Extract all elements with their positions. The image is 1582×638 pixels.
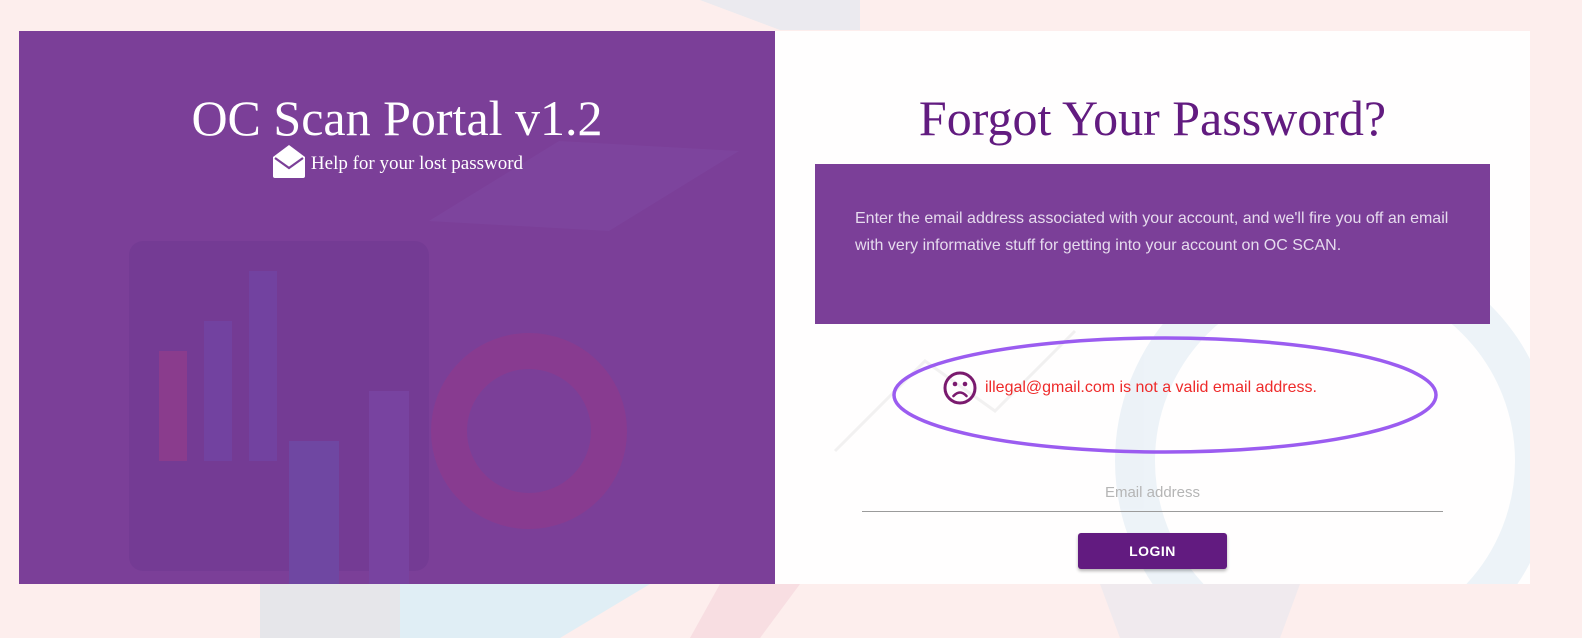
help-link[interactable]: Help for your lost password <box>311 153 523 175</box>
email-field-wrapper <box>862 471 1443 512</box>
email-input[interactable] <box>862 473 1443 511</box>
envelope-open-icon <box>271 143 307 179</box>
left-panel: OC Scan Portal v1.2 Help for your lost p… <box>19 31 775 584</box>
login-button[interactable]: LOGIN <box>1078 533 1227 569</box>
info-text: Enter the email address associated with … <box>855 210 1449 254</box>
portal-title: OC Scan Portal v1.2 <box>191 90 603 146</box>
right-panel: Forgot Your Password? Enter the email ad… <box>775 31 1530 584</box>
error-message: illegal@gmail.com is not a valid email a… <box>943 371 1317 405</box>
error-text: illegal@gmail.com is not a valid email a… <box>985 379 1317 396</box>
page-title: Forgot Your Password? <box>918 90 1387 146</box>
sad-face-icon <box>943 371 977 405</box>
info-box: Enter the email address associated with … <box>815 164 1490 324</box>
help-row: Help for your lost password <box>19 143 775 179</box>
